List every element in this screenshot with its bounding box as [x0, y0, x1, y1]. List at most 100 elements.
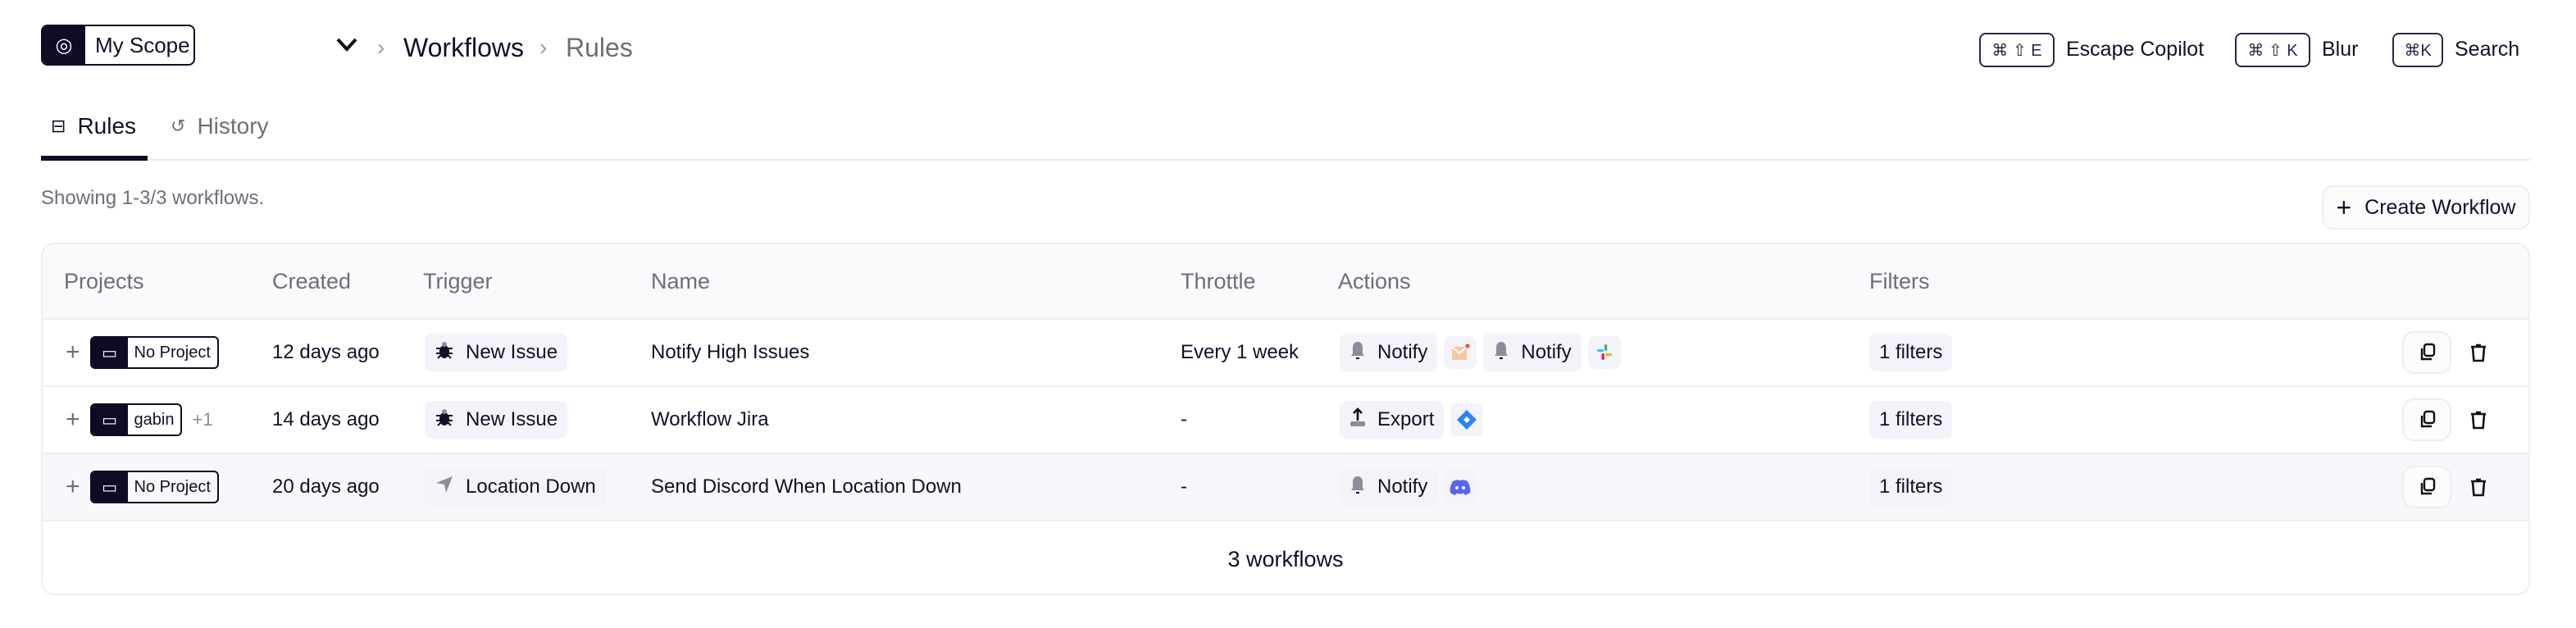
copy-icon — [2420, 343, 2436, 361]
column-name: Name — [651, 269, 711, 294]
app: ◎ My Scope › Workflows › Rules ⌘ ⇧ E Esc… — [0, 0, 2576, 628]
action-chip: Notify — [1340, 334, 1438, 371]
workflow-name[interactable]: Send Discord When Location Down — [651, 454, 962, 520]
project-name: No Project — [134, 477, 211, 496]
email-icon — [1444, 336, 1477, 369]
add-project-icon[interactable]: + — [66, 406, 80, 434]
action-chip: Notify — [1340, 468, 1438, 506]
target-icon: ◎ — [43, 26, 85, 64]
action-chip: Export — [1340, 401, 1445, 439]
folder-icon: ▭ — [91, 472, 128, 502]
scope-selector[interactable]: ◎ My Scope — [41, 25, 195, 66]
row-actions — [2402, 320, 2487, 385]
action-label: Notify — [1377, 341, 1428, 363]
column-actions: Actions — [1338, 269, 1411, 294]
duplicate-button[interactable] — [2402, 466, 2451, 508]
trigger-label: New Issue — [466, 341, 558, 363]
throttle-cell: - — [1181, 476, 1187, 498]
blur-button[interactable]: Blur — [2322, 38, 2358, 61]
bell-icon — [1349, 475, 1366, 500]
trigger-cell: New Issue — [425, 387, 568, 453]
tab-rules[interactable]: ⊟ Rules — [51, 113, 136, 139]
workflow-name[interactable]: Workflow Jira — [651, 387, 769, 453]
trigger-chip: New Issue — [425, 334, 568, 371]
projects-cell: + ▭ No Project — [66, 320, 229, 385]
trigger-label: New Issue — [466, 408, 558, 430]
project-name: gabin — [134, 410, 175, 429]
projects-cell: + ▭ No Project — [66, 454, 229, 520]
folder-icon: ▭ — [91, 405, 128, 435]
breadcrumb-separator: › — [377, 34, 385, 60]
action-label: Export — [1377, 408, 1435, 430]
actions-cell: Notify Notify — [1340, 320, 1621, 385]
bell-icon — [1493, 340, 1509, 366]
trigger-chip: Location Down — [425, 468, 606, 506]
filters-chip[interactable]: 1 filters — [1869, 334, 1953, 371]
project-badge[interactable]: ▭ No Project — [89, 336, 219, 369]
duplicate-button[interactable] — [2402, 398, 2451, 441]
project-name: No Project — [134, 343, 211, 362]
created-cell: 12 days ago — [272, 341, 380, 363]
row-actions — [2402, 387, 2487, 453]
duplicate-button[interactable] — [2402, 331, 2451, 374]
create-workflow-button[interactable]: + Create Workflow — [2322, 185, 2530, 230]
copy-icon — [2420, 477, 2436, 495]
chevron-down-icon[interactable] — [336, 38, 357, 52]
project-badge[interactable]: ▭ gabin — [89, 403, 183, 436]
tab-label: Rules — [77, 113, 137, 139]
filters-cell: 1 filters — [1869, 320, 1953, 385]
jira-icon — [1450, 403, 1484, 436]
projects-cell: + ▭ gabin +1 — [66, 387, 213, 453]
trigger-cell: New Issue — [425, 320, 568, 385]
breadcrumb-rules: Rules — [566, 33, 633, 62]
action-label: Notify — [1521, 341, 1572, 363]
trash-icon[interactable] — [2469, 410, 2487, 430]
actions-cell: Export — [1340, 387, 1484, 453]
table-row[interactable]: + ▭ No Project 20 days ago Location Down … — [43, 454, 2528, 521]
tab-label: History — [197, 113, 269, 139]
workflow-name[interactable]: Notify High Issues — [651, 320, 809, 385]
upload-icon — [1349, 407, 1366, 433]
add-project-icon[interactable]: + — [66, 339, 80, 366]
actions-cell: Notify — [1340, 454, 1477, 520]
project-badge[interactable]: ▭ No Project — [89, 471, 219, 503]
copy-icon — [2420, 410, 2436, 428]
filters-cell: 1 filters — [1869, 454, 1953, 520]
slack-icon — [1587, 336, 1621, 369]
trigger-cell: Location Down — [425, 454, 606, 520]
active-tab-indicator — [41, 156, 148, 161]
extra-projects-count: +1 — [192, 409, 213, 430]
rules-icon: ⊟ — [51, 116, 66, 136]
escape-copilot-button[interactable]: Escape Copilot — [2066, 38, 2204, 61]
workflows-table: Projects Created Trigger Name Throttle A… — [41, 243, 2530, 595]
table-header: Projects Created Trigger Name Throttle A… — [43, 244, 2528, 320]
tab-history[interactable]: ↺ History — [171, 113, 269, 139]
add-project-icon[interactable]: + — [66, 473, 80, 501]
history-icon: ↺ — [171, 116, 186, 136]
trigger-label: Location Down — [466, 476, 596, 498]
table-footer: 3 workflows — [1227, 546, 1344, 571]
trash-icon[interactable] — [2469, 343, 2487, 362]
trigger-chip: New Issue — [425, 401, 568, 439]
discord-icon — [1444, 471, 1477, 503]
scope-label: My Scope — [95, 32, 190, 57]
breadcrumb-separator: › — [539, 34, 548, 60]
breadcrumb-workflows[interactable]: Workflows — [403, 33, 524, 63]
throttle-cell: - — [1181, 408, 1187, 430]
location-arrow-icon — [435, 475, 454, 500]
filters-cell: 1 filters — [1869, 387, 1953, 453]
filters-chip[interactable]: 1 filters — [1869, 401, 1953, 439]
trash-icon[interactable] — [2469, 477, 2487, 497]
shortcut-key: ⌘ ⇧ E — [1979, 33, 2055, 67]
table-row[interactable]: + ▭ No Project 12 days ago New Issue Noti… — [43, 320, 2528, 387]
create-workflow-label: Create Workflow — [2364, 195, 2516, 219]
created-cell: 14 days ago — [272, 408, 380, 430]
filters-chip[interactable]: 1 filters — [1869, 468, 1953, 506]
search-button[interactable]: Search — [2455, 38, 2519, 61]
action-label: Notify — [1377, 476, 1428, 498]
action-chip: Notify — [1483, 334, 1582, 371]
column-trigger: Trigger — [423, 269, 493, 294]
shortcut-key: ⌘ ⇧ K — [2235, 33, 2310, 67]
bug-icon — [435, 340, 454, 366]
table-row[interactable]: + ▭ gabin +1 14 days ago New Issue Workfl… — [43, 387, 2528, 454]
